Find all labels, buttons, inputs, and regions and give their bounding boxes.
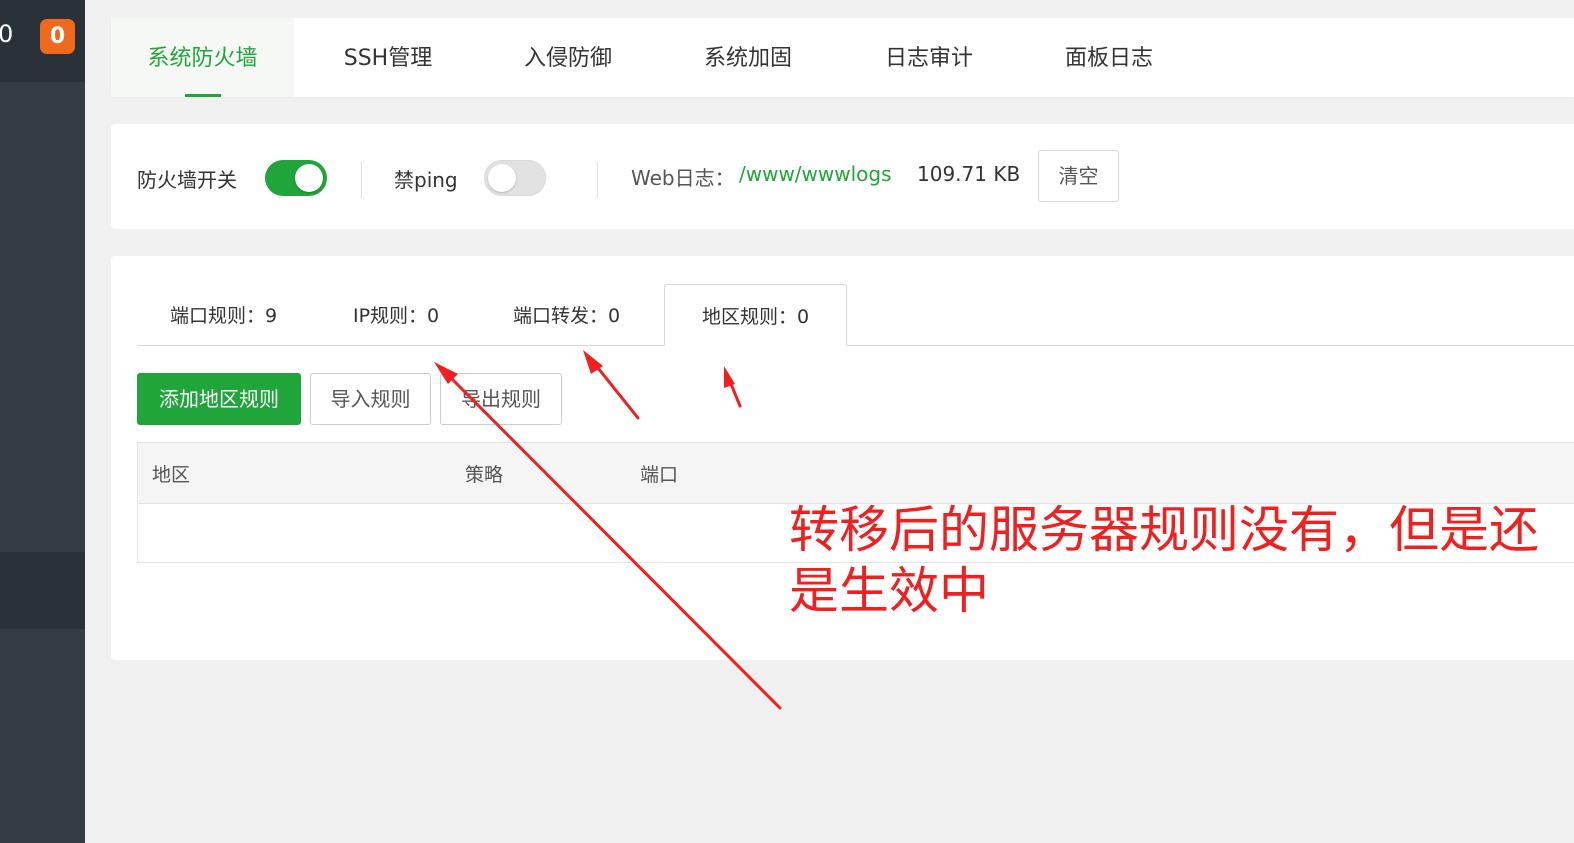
tab-system-hardening[interactable]: 系统加固 [685,18,811,97]
firewall-toggle[interactable] [265,160,327,196]
tab-log-audit[interactable]: 日志审计 [866,18,992,97]
tab-panel-log[interactable]: 面板日志 [1046,18,1172,97]
firewall-settings-card: 防火墙开关 禁ping Web日志： /www/wwwlogs 109.71 K… [111,124,1574,229]
active-tab-indicator [184,94,221,97]
web-log-path-link[interactable]: /www/wwwlogs [739,162,892,186]
column-header-port[interactable]: 端口 [640,460,678,487]
divider [361,162,362,198]
table-header: 地区 策略 端口 [138,443,1574,504]
toggle-knob [488,164,516,192]
annotation-note: 转移后的服务器规则没有，但是还是生效中 [789,501,1539,620]
import-rules-button[interactable]: 导入规则 [310,373,431,425]
tab-label: 系统加固 [703,46,792,71]
sidebar-count: 0 [0,20,14,48]
toggle-knob [295,164,323,192]
tab-ssh-management[interactable]: SSH管理 [319,18,457,97]
web-log-label: Web日志： [631,166,735,190]
divider [597,162,598,198]
tab-region-rules[interactable]: 地区规则：0 [664,284,847,346]
tab-port-forward[interactable]: 端口转发：0 [513,284,620,346]
web-log-size: 109.71 KB [917,162,1021,186]
tab-label: SSH管理 [343,46,433,71]
tab-system-firewall[interactable]: 系统防火墙 [111,18,294,97]
tab-label: 日志审计 [884,46,973,71]
tab-ip-rules[interactable]: IP规则：0 [353,284,439,346]
ban-ping-toggle[interactable] [484,160,546,196]
sidebar: 0 0 [0,0,85,843]
tab-port-rules[interactable]: 端口规则：9 [170,284,277,346]
add-region-rule-button[interactable]: 添加地区规则 [137,373,301,425]
tab-intrusion-prevention[interactable]: 入侵防御 [505,18,631,97]
clear-log-button[interactable]: 清空 [1038,150,1119,202]
tab-label: 面板日志 [1064,46,1153,71]
notification-badge[interactable]: 0 [40,19,75,54]
ping-switch-label: 禁ping [394,168,458,192]
export-rules-button[interactable]: 导出规则 [440,373,562,425]
sidebar-item-active[interactable] [0,552,85,629]
tab-label: 系统防火墙 [147,46,258,71]
tab-label: 入侵防御 [523,46,612,71]
sidebar-header: 0 0 [0,0,85,82]
security-tab-bar: 系统防火墙 SSH管理 入侵防御 系统加固 日志审计 面板日志 [111,18,1574,97]
column-header-region[interactable]: 地区 [152,460,190,487]
firewall-switch-label: 防火墙开关 [137,168,237,192]
column-header-strategy[interactable]: 策略 [465,460,503,487]
